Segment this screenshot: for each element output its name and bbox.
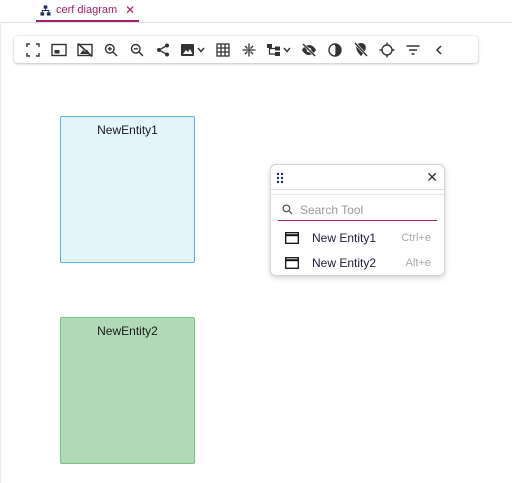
tool-palette: ✕ New Entity1 Ctrl+e — [270, 164, 445, 276]
shortcut-label: Alt+e — [405, 257, 431, 269]
tab-close-icon[interactable]: ✕ — [125, 4, 135, 16]
entity-node[interactable]: NewEntity1 — [60, 116, 195, 263]
image-export-button[interactable] — [176, 37, 210, 63]
crosshair-icon — [379, 42, 395, 57]
filter-button[interactable] — [400, 37, 426, 63]
center-button[interactable] — [236, 37, 262, 63]
fit-screen-button[interactable] — [20, 37, 46, 63]
diagram-icon — [40, 4, 51, 16]
drag-handle-icon[interactable] — [276, 171, 284, 189]
picture-in-picture-button[interactable] — [46, 37, 72, 63]
collapse-toolbar-button[interactable] — [426, 37, 452, 63]
diagram-toolbar — [14, 36, 478, 63]
entity-node[interactable]: NewEntity2 — [60, 317, 195, 464]
layout-button[interactable] — [262, 37, 296, 63]
share-button[interactable] — [150, 37, 176, 63]
close-icon[interactable]: ✕ — [426, 169, 438, 185]
crosshair-button[interactable] — [374, 37, 400, 63]
zoom-in-button[interactable] — [98, 37, 124, 63]
center-icon — [242, 43, 256, 56]
search-icon — [278, 204, 296, 215]
visibility-off-icon — [302, 42, 316, 57]
chevron-left-icon — [435, 44, 442, 55]
tab-cerf-diagram[interactable]: cerf diagram ✕ — [36, 0, 140, 22]
shortcut-label: Ctrl+e — [401, 232, 431, 244]
left-gutter-divider — [0, 22, 1, 483]
location-off-button[interactable] — [348, 37, 374, 63]
location-off-icon — [354, 42, 368, 57]
palette-header: ✕ — [271, 165, 444, 190]
entity-name: NewEntity2 — [97, 324, 158, 338]
search-tool-input[interactable] — [296, 202, 430, 217]
entity-name: NewEntity1 — [97, 123, 158, 137]
tab-bar: cerf diagram ✕ — [0, 0, 512, 23]
tool-item-new-entity2[interactable]: New Entity2 Alt+e — [278, 252, 438, 274]
zoom-out-icon — [130, 43, 144, 56]
picture-in-picture-icon — [51, 43, 67, 56]
visibility-off-button[interactable] — [296, 37, 322, 63]
layout-icon — [267, 43, 291, 56]
search-box — [278, 199, 437, 221]
grid-button[interactable] — [210, 37, 236, 63]
tool-item-label: New Entity1 — [312, 231, 377, 245]
image-export-icon — [181, 43, 205, 56]
zoom-in-icon — [104, 43, 118, 56]
divider — [271, 194, 444, 195]
filter-icon — [406, 44, 420, 55]
tool-item-new-entity1[interactable]: New Entity1 Ctrl+e — [278, 227, 438, 249]
entity-window-icon — [278, 232, 306, 244]
hide-image-icon — [77, 42, 93, 57]
contrast-icon — [328, 42, 342, 57]
share-icon — [157, 43, 169, 56]
contrast-button[interactable] — [322, 37, 348, 63]
zoom-out-button[interactable] — [124, 37, 150, 63]
hide-image-button[interactable] — [72, 37, 98, 63]
tab-label: cerf diagram — [56, 4, 118, 16]
tool-item-label: New Entity2 — [312, 256, 377, 270]
diagram-editor: cerf diagram ✕ NewEntity1 NewEntity2 ✕ S… — [0, 0, 512, 483]
grid-icon — [216, 42, 230, 57]
fit-screen-icon — [26, 42, 40, 57]
entity-window-icon — [278, 257, 306, 269]
